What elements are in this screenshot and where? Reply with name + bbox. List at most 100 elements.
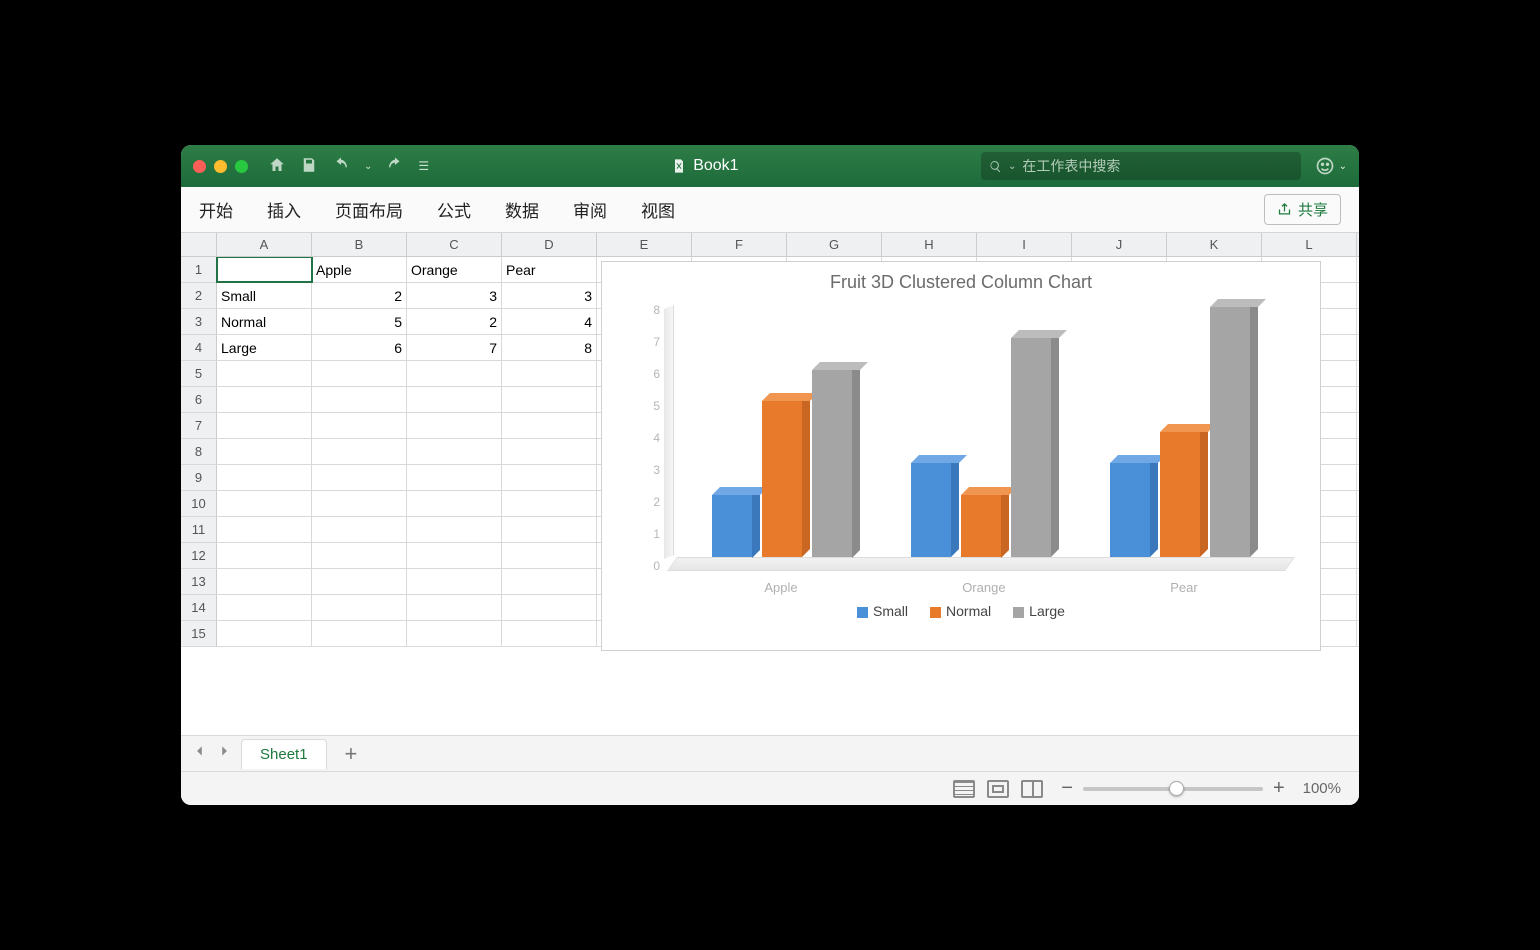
row-header-11[interactable]: 11 (181, 517, 217, 542)
row-header-7[interactable]: 7 (181, 413, 217, 438)
cell-D3[interactable]: 4 (502, 309, 597, 334)
cell-D13[interactable] (502, 569, 597, 594)
bar-normal-orange[interactable] (961, 307, 1001, 557)
cell-B14[interactable] (312, 595, 407, 620)
cell-C7[interactable] (407, 413, 502, 438)
save-icon[interactable] (300, 156, 318, 177)
add-sheet-button[interactable]: + (337, 741, 366, 767)
row-header-2[interactable]: 2 (181, 283, 217, 308)
bar-small-pear[interactable] (1110, 307, 1150, 557)
chart-legend[interactable]: Small Normal Large (602, 597, 1320, 625)
row-header-3[interactable]: 3 (181, 309, 217, 334)
row-header-15[interactable]: 15 (181, 621, 217, 646)
cell-C2[interactable]: 3 (407, 283, 502, 308)
cell-A9[interactable] (217, 465, 312, 490)
cell-A14[interactable] (217, 595, 312, 620)
cell-B1[interactable]: Apple (312, 257, 407, 282)
cell-B15[interactable] (312, 621, 407, 646)
cell-C5[interactable] (407, 361, 502, 386)
cell-B2[interactable]: 2 (312, 283, 407, 308)
zoom-out-button[interactable]: − (1061, 777, 1073, 800)
cell-D1[interactable]: Pear (502, 257, 597, 282)
cell-D4[interactable]: 8 (502, 335, 597, 360)
cell-D9[interactable] (502, 465, 597, 490)
feedback-button[interactable]: ⌄ (1315, 156, 1347, 176)
redo-icon[interactable] (386, 156, 404, 177)
row-header-8[interactable]: 8 (181, 439, 217, 464)
cell-B6[interactable] (312, 387, 407, 412)
zoom-in-button[interactable]: + (1273, 777, 1285, 800)
bar-large-pear[interactable] (1210, 307, 1250, 557)
sheet-tab-sheet1[interactable]: Sheet1 (241, 739, 327, 769)
undo-icon[interactable] (332, 156, 350, 177)
column-header-C[interactable]: C (407, 233, 502, 256)
view-normal-button[interactable] (953, 780, 975, 798)
bar-normal-pear[interactable] (1160, 307, 1200, 557)
cell-A13[interactable] (217, 569, 312, 594)
tab-view[interactable]: 视图 (641, 197, 675, 222)
bar-normal-apple[interactable] (762, 307, 802, 557)
column-header-H[interactable]: H (882, 233, 977, 256)
column-header-B[interactable]: B (312, 233, 407, 256)
column-header-E[interactable]: E (597, 233, 692, 256)
cell-A2[interactable]: Small (217, 283, 312, 308)
column-header-F[interactable]: F (692, 233, 787, 256)
cell-C13[interactable] (407, 569, 502, 594)
legend-item-normal[interactable]: Normal (930, 603, 991, 619)
search-dropdown-icon[interactable]: ⌄ (1008, 161, 1016, 172)
cell-C10[interactable] (407, 491, 502, 516)
search-box[interactable]: ⌄ (981, 152, 1301, 180)
bar-small-orange[interactable] (911, 307, 951, 557)
cell-C9[interactable] (407, 465, 502, 490)
cell-B3[interactable]: 5 (312, 309, 407, 334)
cell-A5[interactable] (217, 361, 312, 386)
row-header-14[interactable]: 14 (181, 595, 217, 620)
sheet-nav-prev[interactable] (193, 744, 207, 763)
cell-B9[interactable] (312, 465, 407, 490)
cell-C15[interactable] (407, 621, 502, 646)
row-header-10[interactable]: 10 (181, 491, 217, 516)
row-header-4[interactable]: 4 (181, 335, 217, 360)
home-icon[interactable] (268, 156, 286, 177)
column-header-G[interactable]: G (787, 233, 882, 256)
cell-B4[interactable]: 6 (312, 335, 407, 360)
cell-D11[interactable] (502, 517, 597, 542)
column-header-A[interactable]: A (217, 233, 312, 256)
cell-D10[interactable] (502, 491, 597, 516)
embedded-chart[interactable]: Fruit 3D Clustered Column Chart 01234567… (601, 261, 1321, 651)
cell-D5[interactable] (502, 361, 597, 386)
bar-small-apple[interactable] (712, 307, 752, 557)
cell-B5[interactable] (312, 361, 407, 386)
select-all-corner[interactable] (181, 233, 217, 256)
cell-D15[interactable] (502, 621, 597, 646)
tab-home[interactable]: 开始 (199, 197, 233, 222)
cell-C8[interactable] (407, 439, 502, 464)
legend-item-large[interactable]: Large (1013, 603, 1065, 619)
column-header-I[interactable]: I (977, 233, 1072, 256)
cell-D8[interactable] (502, 439, 597, 464)
tab-review[interactable]: 审阅 (573, 197, 607, 222)
legend-item-small[interactable]: Small (857, 603, 908, 619)
cell-A11[interactable] (217, 517, 312, 542)
cell-B8[interactable] (312, 439, 407, 464)
cell-B12[interactable] (312, 543, 407, 568)
cell-C11[interactable] (407, 517, 502, 542)
worksheet-area[interactable]: ABCDEFGHIJKL 1AppleOrangePear2Small2333N… (181, 233, 1359, 735)
cell-A6[interactable] (217, 387, 312, 412)
cell-A4[interactable]: Large (217, 335, 312, 360)
cell-A1[interactable] (217, 257, 312, 282)
cell-D6[interactable] (502, 387, 597, 412)
cell-C12[interactable] (407, 543, 502, 568)
tab-insert[interactable]: 插入 (267, 197, 301, 222)
zoom-slider-thumb[interactable] (1169, 781, 1184, 796)
cell-D12[interactable] (502, 543, 597, 568)
cell-B7[interactable] (312, 413, 407, 438)
column-header-K[interactable]: K (1167, 233, 1262, 256)
column-header-D[interactable]: D (502, 233, 597, 256)
undo-dropdown-icon[interactable]: ⌄ (364, 161, 372, 172)
tab-data[interactable]: 数据 (505, 197, 539, 222)
cell-D14[interactable] (502, 595, 597, 620)
column-header-J[interactable]: J (1072, 233, 1167, 256)
cell-A10[interactable] (217, 491, 312, 516)
cell-A15[interactable] (217, 621, 312, 646)
